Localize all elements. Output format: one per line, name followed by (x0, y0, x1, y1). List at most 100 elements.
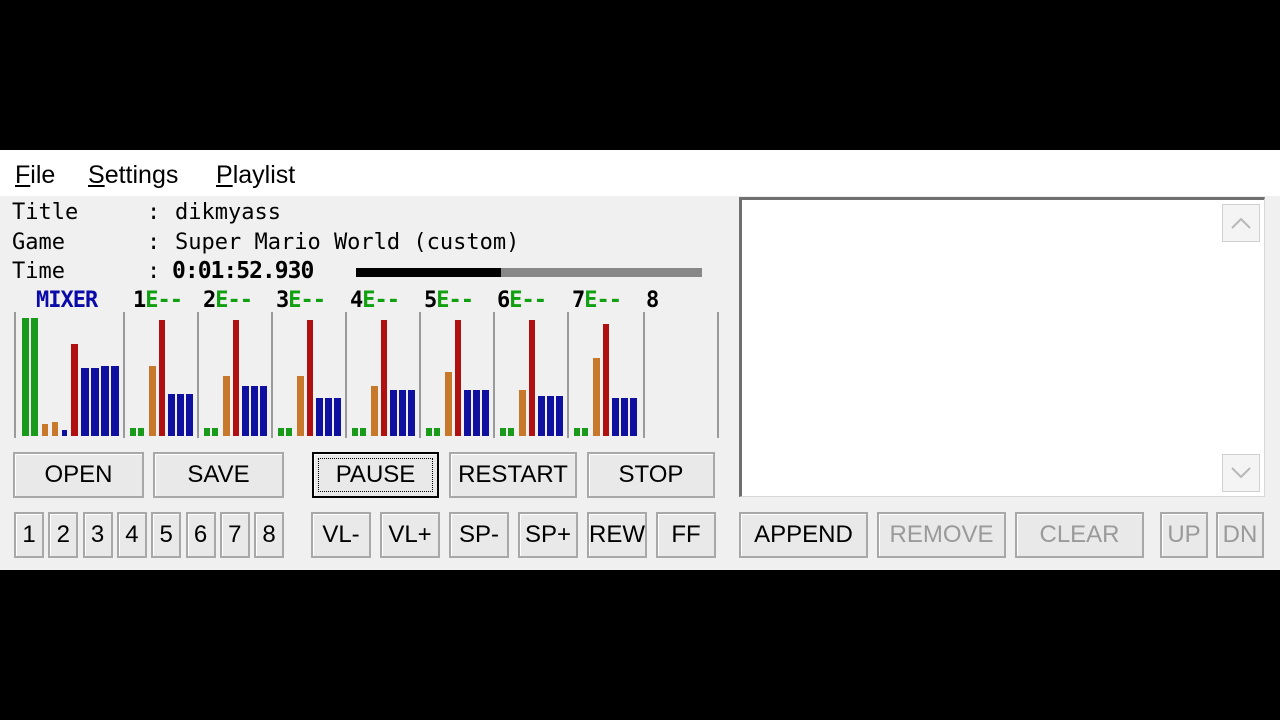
voice-toggle-8[interactable]: 8 (254, 512, 285, 558)
time-row: Time : (0, 259, 160, 289)
meter-bar (352, 428, 358, 436)
meter-bar (307, 320, 313, 436)
meter-bar (278, 428, 284, 436)
meter-bar (381, 320, 387, 436)
chevron-up-icon (1231, 217, 1251, 229)
mixer-meters (14, 312, 719, 438)
meter-bar (334, 398, 341, 436)
speed-up-button[interactable]: SP+ (518, 512, 578, 558)
meter-bar (22, 318, 29, 436)
meter-bar (593, 358, 600, 436)
voice-toggle-7[interactable]: 7 (219, 512, 250, 558)
meter-bar (260, 386, 267, 436)
meter-bar (286, 428, 292, 436)
meter-divider (567, 312, 569, 438)
scroll-up-button[interactable] (1222, 204, 1260, 242)
move-up-button[interactable]: UP (1160, 512, 1208, 558)
meter-bar (81, 368, 89, 436)
menu-playlist-rest: laylist (232, 161, 296, 189)
remove-button[interactable]: REMOVE (877, 512, 1006, 558)
voice-toggle-6[interactable]: 6 (185, 512, 216, 558)
menu-playlist-accel: P (216, 161, 233, 189)
menu-settings-rest: ettings (104, 161, 179, 189)
meter-bar (508, 428, 514, 436)
meter-bar (62, 430, 67, 436)
meter-bar (52, 422, 58, 436)
meter-bar (233, 320, 239, 436)
seek-bar-fill (356, 268, 502, 277)
meter-bar (612, 398, 619, 436)
game-label: Game (12, 230, 65, 255)
meter-bar (42, 424, 48, 436)
playlist-box[interactable] (739, 197, 1265, 497)
meter-bar (556, 396, 563, 436)
meter-divider (271, 312, 273, 438)
meter-divider (643, 312, 645, 438)
seek-bar[interactable] (356, 268, 702, 277)
game-colon: : (147, 230, 161, 255)
voice-toggle-5[interactable]: 5 (151, 512, 182, 558)
fast-forward-button[interactable]: FF (656, 512, 716, 558)
voice-toggle-4[interactable]: 4 (116, 512, 147, 558)
menu-playlist[interactable]: Playlist (216, 161, 295, 190)
restart-button[interactable]: RESTART (449, 452, 577, 498)
meter-bar (582, 428, 588, 436)
append-button[interactable]: APPEND (739, 512, 868, 558)
menu-file[interactable]: File (15, 161, 55, 190)
meter-bar (177, 394, 184, 436)
menu-file-rest: ile (30, 161, 56, 189)
meter-bar (149, 366, 156, 436)
meter-divider (345, 312, 347, 438)
meter-bar (482, 390, 489, 436)
meter-bar (473, 390, 480, 436)
rewind-button[interactable]: REW (587, 512, 647, 558)
open-button[interactable]: OPEN (13, 452, 144, 498)
game-row: Game : Super Mario World (custom) (0, 230, 730, 260)
menu-settings[interactable]: Settings (88, 161, 178, 190)
meter-divider (123, 312, 125, 438)
clear-button[interactable]: CLEAR (1015, 512, 1144, 558)
meter-bar (529, 320, 535, 436)
voice-toggle-1[interactable]: 1 (14, 512, 44, 558)
chevron-down-icon (1231, 467, 1251, 479)
meter-bar (138, 428, 144, 436)
meter-bar (212, 428, 218, 436)
meter-bar (297, 376, 304, 436)
meter-bar (111, 366, 119, 436)
title-colon: : (147, 200, 161, 225)
voice-toggle-3[interactable]: 3 (82, 512, 113, 558)
speed-down-button[interactable]: SP- (449, 512, 509, 558)
meter-bar (621, 398, 628, 436)
title-label: Title (12, 200, 79, 225)
volume-up-button[interactable]: VL+ (380, 512, 440, 558)
volume-down-button[interactable]: VL- (311, 512, 371, 558)
pause-button[interactable]: PAUSE (312, 452, 439, 498)
meter-bar (159, 320, 165, 436)
playlist-scrollbar[interactable] (1220, 200, 1264, 496)
meter-bar (574, 428, 580, 436)
meter-bar (445, 372, 452, 436)
meter-divider (717, 312, 719, 438)
move-down-button[interactable]: DN (1216, 512, 1264, 558)
meter-bar (455, 320, 461, 436)
meter-divider (419, 312, 421, 438)
meter-bar (325, 398, 332, 436)
save-button[interactable]: SAVE (153, 452, 284, 498)
menu-bar: File Settings Playlist (0, 150, 1280, 196)
voice-toggle-2[interactable]: 2 (48, 512, 79, 558)
meter-bar (101, 366, 109, 436)
meter-bar (408, 390, 415, 436)
meter-bar (204, 428, 210, 436)
time-label: Time (12, 259, 65, 284)
meter-bar (31, 318, 38, 436)
meter-bar (91, 368, 99, 436)
menu-file-accel: F (15, 161, 31, 189)
meter-bar (223, 376, 230, 436)
stop-button[interactable]: STOP (587, 452, 715, 498)
meter-bar (251, 386, 258, 436)
meter-bar (316, 398, 323, 436)
meter-bar (399, 390, 406, 436)
meter-bar (464, 390, 471, 436)
player-window: File Settings Playlist Title : dikmyass … (0, 150, 1280, 570)
scroll-down-button[interactable] (1222, 454, 1260, 492)
